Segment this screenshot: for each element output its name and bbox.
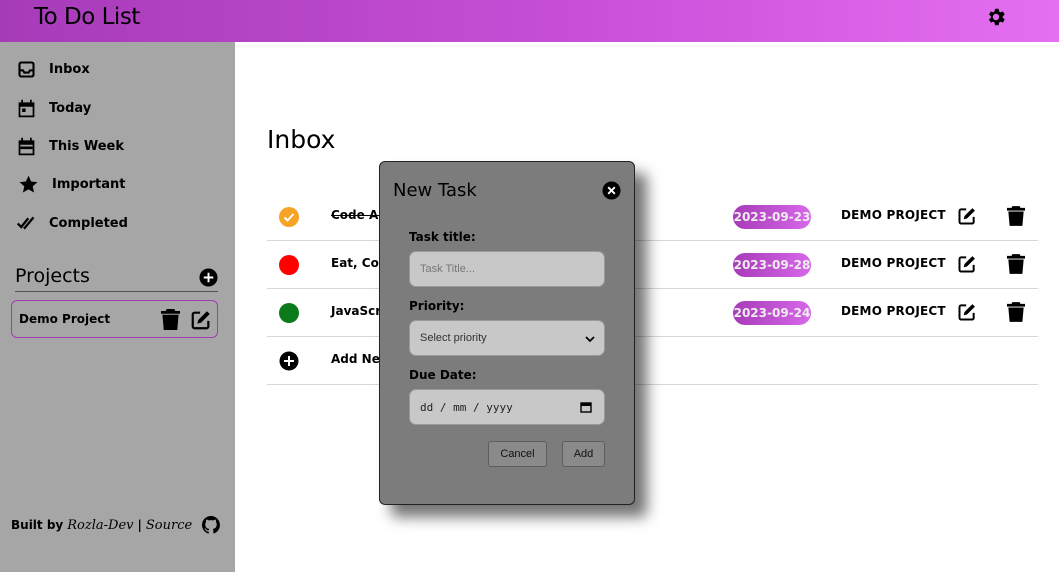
- gear-icon[interactable]: [985, 6, 1007, 28]
- modal-title: New Task: [393, 180, 477, 201]
- sidebar-item-label: Important: [52, 176, 126, 192]
- trash-icon[interactable]: [161, 309, 180, 330]
- edit-icon[interactable]: [957, 206, 977, 226]
- calendar-icon: [18, 137, 35, 155]
- task-title-input[interactable]: Task Title...: [409, 251, 605, 287]
- close-icon[interactable]: [602, 181, 621, 200]
- task-title-placeholder: Task Title...: [420, 263, 476, 275]
- new-task-modal: New Task Task title: Task Title... Prior…: [379, 161, 635, 505]
- edit-icon[interactable]: [957, 302, 977, 322]
- source-link[interactable]: Source: [146, 518, 192, 533]
- projects-header: Projects: [15, 265, 218, 292]
- priority-select[interactable]: Select priority: [409, 320, 605, 356]
- task-project: DEMO PROJECT: [841, 208, 946, 222]
- author-link[interactable]: Rozla-Dev: [67, 518, 133, 533]
- sidebar-item-label: Completed: [49, 215, 128, 231]
- add-button[interactable]: Add: [562, 441, 605, 467]
- status-checked-icon[interactable]: [279, 207, 299, 227]
- project-item[interactable]: Demo Project: [11, 300, 218, 338]
- project-name: Demo Project: [19, 312, 111, 326]
- priority-label: Priority:: [409, 299, 465, 313]
- footer-built-by: Built by: [11, 518, 64, 532]
- projects-title: Projects: [15, 265, 90, 287]
- add-project-icon[interactable]: [199, 268, 218, 287]
- sidebar-item-label: This Week: [49, 138, 124, 154]
- due-date-label: Due Date:: [409, 368, 477, 382]
- chevron-down-icon: [585, 336, 595, 343]
- star-icon: [19, 175, 38, 193]
- task-project: DEMO PROJECT: [841, 256, 946, 270]
- due-date-badge: 2023-09-28: [733, 253, 811, 277]
- sidebar-item-label: Inbox: [49, 61, 90, 77]
- due-date-badge: 2023-09-24: [733, 301, 811, 325]
- sidebar-item-label: Today: [49, 100, 92, 116]
- sidebar-item-this-week[interactable]: This Week: [16, 133, 124, 159]
- calendar-icon: [18, 99, 35, 117]
- due-date-value: dd / mm / yyyy: [420, 400, 513, 414]
- edit-icon[interactable]: [957, 254, 977, 274]
- sidebar: Inbox Today This Week Important Complete…: [0, 42, 235, 572]
- footer: Built by Rozla-Dev | Source: [11, 516, 221, 534]
- sidebar-item-today[interactable]: Today: [16, 95, 91, 121]
- app-title: To Do List: [34, 4, 140, 30]
- inbox-icon: [18, 60, 35, 78]
- status-circle-icon[interactable]: [279, 255, 299, 275]
- task-project: DEMO PROJECT: [841, 304, 946, 318]
- add-circle-icon[interactable]: [279, 351, 299, 371]
- trash-icon[interactable]: [1007, 302, 1025, 322]
- footer-separator: |: [137, 518, 142, 532]
- calendar-icon[interactable]: [580, 401, 592, 413]
- sidebar-item-important[interactable]: Important: [18, 171, 126, 197]
- check-icon: [283, 213, 295, 222]
- trash-icon[interactable]: [1007, 206, 1025, 226]
- due-date-input[interactable]: dd / mm / yyyy: [409, 389, 605, 425]
- priority-selected-value: Select priority: [420, 332, 487, 344]
- task-title-label: Task title:: [409, 230, 476, 244]
- status-circle-icon[interactable]: [279, 303, 299, 323]
- sidebar-item-inbox[interactable]: Inbox: [16, 56, 90, 82]
- edit-icon[interactable]: [190, 309, 212, 331]
- cancel-button[interactable]: Cancel: [488, 441, 547, 467]
- sidebar-item-completed[interactable]: Completed: [16, 210, 128, 236]
- due-date-badge: 2023-09-23: [733, 205, 811, 229]
- page-title: Inbox: [267, 125, 336, 154]
- double-check-icon: [16, 216, 35, 230]
- github-icon[interactable]: [202, 516, 221, 534]
- trash-icon[interactable]: [1007, 254, 1025, 274]
- app-header: To Do List: [0, 0, 1059, 42]
